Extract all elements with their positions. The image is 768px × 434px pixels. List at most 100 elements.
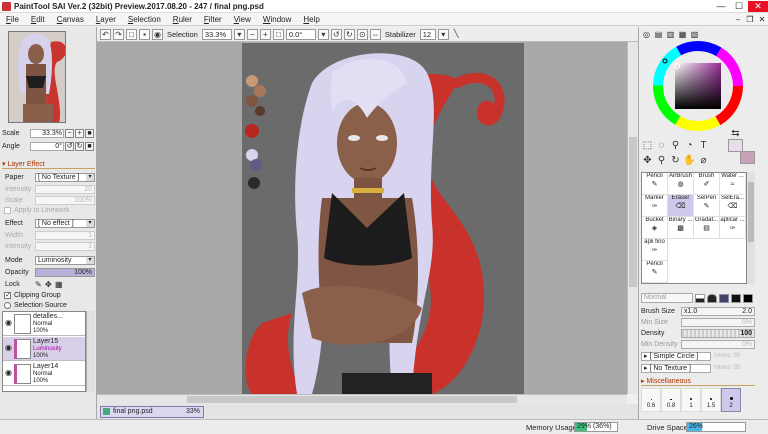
tool-slot[interactable]: Water ... ≈: [720, 173, 746, 195]
angle-reset-button[interactable]: ■: [85, 141, 94, 151]
brush-shape-square-icon[interactable]: [731, 293, 741, 303]
opacity-slider[interactable]: 100%: [35, 267, 95, 277]
hsv-slider-mode-icon[interactable]: ▥: [666, 30, 675, 39]
zoom-reset-button[interactable]: □: [272, 28, 284, 40]
canvas-vertical-scrollbar[interactable]: [627, 42, 638, 394]
paper-scale-slider[interactable]: 100%: [35, 195, 95, 205]
tool-slot[interactable]: Marker ✑: [642, 195, 668, 217]
stabilizer-dropdown-icon[interactable]: ▾: [437, 28, 449, 40]
undo-button[interactable]: ↶: [100, 28, 111, 40]
tool-slot[interactable]: Bucket ◈: [642, 217, 668, 239]
density-slider[interactable]: 100: [681, 328, 755, 338]
effect-select[interactable]: [ No effect ] ▾: [35, 218, 95, 228]
doc-minimize-button[interactable]: –: [732, 15, 744, 24]
lasso-icon[interactable]: ◌: [655, 139, 668, 152]
tool-slot[interactable]: Pencil ✎: [642, 261, 668, 283]
layer-row[interactable]: ◉ Layer14 Normal 100%: [3, 362, 85, 386]
tool-slot[interactable]: Binary ... ▩: [668, 217, 694, 239]
tool-slot[interactable]: AirBrush ◍: [668, 173, 694, 195]
color-wheel[interactable]: [653, 41, 743, 131]
menu-layer[interactable]: Layer: [90, 13, 122, 26]
tool-slot[interactable]: aplicar ... ✑: [720, 217, 746, 239]
stabilizer-field[interactable]: 12: [419, 28, 436, 40]
angle-cw-button[interactable]: ↻: [75, 141, 84, 151]
horizontal-scroll-thumb[interactable]: [187, 396, 517, 403]
tool-slot[interactable]: SelPen ✎: [694, 195, 720, 217]
miscellaneous-header[interactable]: ▸ Miscellaneous: [641, 377, 755, 386]
scale-reset-button[interactable]: ■: [85, 128, 94, 138]
minimize-button[interactable]: —: [712, 1, 730, 12]
eye-icon[interactable]: ◉: [3, 368, 14, 379]
scale-plus-button[interactable]: +: [75, 128, 84, 138]
brush-size-preset[interactable]: 1.5: [701, 388, 721, 412]
lock-brush-icon[interactable]: ✎: [35, 280, 45, 289]
close-button[interactable]: ✕: [748, 0, 768, 12]
menu-filter[interactable]: Filter: [198, 13, 228, 26]
layer-list-scrollbar[interactable]: [86, 311, 95, 392]
apply-linework-checkbox[interactable]: Apply to Linework: [4, 205, 94, 215]
canvas-area[interactable]: [97, 42, 627, 394]
document-tab[interactable]: final png.psd 33%: [100, 405, 204, 418]
menu-edit[interactable]: Edit: [25, 13, 51, 26]
zoom-dropdown-icon[interactable]: ▾: [233, 28, 245, 40]
redo-button[interactable]: ↷: [113, 28, 124, 40]
brush-size-preset[interactable]: 0.8: [661, 388, 681, 412]
effect-intensity-slider[interactable]: 1: [35, 241, 95, 251]
zoom-out-button[interactable]: −: [246, 28, 258, 40]
navigator-preview[interactable]: [8, 31, 66, 123]
intensity-slider[interactable]: 20: [35, 184, 95, 194]
brush-shape-hard-icon[interactable]: [743, 293, 753, 303]
eye-icon[interactable]: ◉: [3, 318, 14, 329]
scale-value[interactable]: 33.3%: [30, 128, 64, 138]
menu-selection[interactable]: Selection: [122, 13, 167, 26]
scale-minus-button[interactable]: −: [65, 128, 74, 138]
doc-restore-button[interactable]: ❐: [744, 15, 756, 24]
doc-close-button[interactable]: ✕: [756, 15, 768, 24]
swap-colors-icon[interactable]: ⇆: [729, 127, 742, 140]
eye-icon[interactable]: ◉: [3, 343, 14, 354]
rotation-dropdown-icon[interactable]: ▾: [317, 28, 329, 40]
canvas-horizontal-scrollbar[interactable]: [97, 394, 627, 404]
show-selection-icon[interactable]: ◉: [152, 28, 163, 40]
zoom-field[interactable]: 33.3%: [201, 28, 232, 40]
tool-slot[interactable]: Brush ✐: [694, 173, 720, 195]
brush-texture-select[interactable]: ▸ [ No Texture ]: [641, 363, 711, 373]
mode-select[interactable]: Luminosity ▾: [35, 255, 95, 265]
angle-value[interactable]: 0°: [30, 141, 64, 151]
min-size-slider[interactable]: 0%: [681, 317, 755, 327]
zoom-icon[interactable]: ⚲: [655, 154, 668, 167]
brush-shape-round-icon[interactable]: [707, 293, 717, 303]
menu-help[interactable]: Help: [297, 13, 325, 26]
rgb-slider-mode-icon[interactable]: ▤: [654, 30, 663, 39]
menu-ruler[interactable]: Ruler: [167, 13, 198, 26]
min-density-slider[interactable]: 0%: [681, 339, 755, 349]
vertical-scroll-thumb[interactable]: [629, 137, 637, 287]
text-tool-icon[interactable]: T: [697, 139, 710, 152]
width-slider[interactable]: 1: [35, 230, 95, 240]
tool-slot[interactable]: Eraser ⌫: [668, 195, 694, 217]
selection-rect-icon[interactable]: ⬚: [641, 139, 654, 152]
tool-slot[interactable]: SelEra... ⌫: [720, 195, 746, 217]
brush-size-slider[interactable]: x1.0 2.0: [681, 306, 755, 316]
brush-size-preset[interactable]: 2: [721, 388, 741, 412]
deselect-button[interactable]: □: [126, 28, 137, 40]
lock-move-icon[interactable]: ✥: [45, 280, 55, 289]
brush-texture-intensity[interactable]: Intens: 95: [714, 365, 740, 371]
swatch-mode-icon[interactable]: ▦: [678, 30, 687, 39]
magic-wand-icon[interactable]: ⚲: [669, 139, 682, 152]
brush-shape-select[interactable]: ▸ [ Simple Circle ]: [641, 351, 711, 361]
rotate-reset-button[interactable]: ⊙: [356, 28, 368, 40]
brush-size-preset[interactable]: 1: [681, 388, 701, 412]
angle-ccw-button[interactable]: ↺: [65, 141, 74, 151]
clipping-group-checkbox[interactable]: ✓ Clipping Group: [4, 290, 94, 300]
brush-size-preset[interactable]: 0.6: [641, 388, 661, 412]
rotate-icon[interactable]: ↻: [669, 154, 682, 167]
canvas[interactable]: [242, 43, 524, 394]
paper-select[interactable]: [ No Texture ] ▾: [35, 172, 95, 182]
scratchpad-mode-icon[interactable]: ▧: [690, 30, 699, 39]
zoom-in-button[interactable]: +: [259, 28, 271, 40]
move-icon[interactable]: ✥: [641, 154, 654, 167]
maximize-button[interactable]: ☐: [730, 1, 748, 12]
hand-icon[interactable]: ✋: [683, 154, 696, 167]
selection-source-checkbox[interactable]: Selection Source: [4, 300, 94, 310]
